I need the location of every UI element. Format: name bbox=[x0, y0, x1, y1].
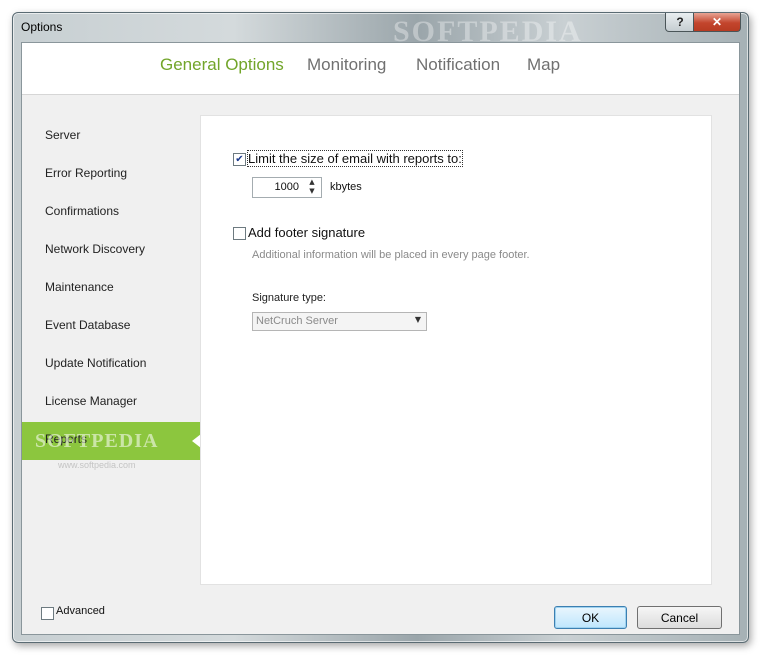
help-icon: ? bbox=[676, 15, 684, 29]
signature-type-label: Signature type: bbox=[252, 292, 326, 304]
sidebar-watermark: SOFTPEDIA bbox=[35, 430, 159, 452]
window-title: Options bbox=[21, 20, 63, 34]
footer-signature-checkbox[interactable] bbox=[233, 227, 246, 240]
sidebar-item-label: Event Database bbox=[45, 318, 131, 332]
footer-signature-label[interactable]: Add footer signature bbox=[248, 225, 365, 240]
help-button[interactable]: ? bbox=[665, 13, 695, 32]
advanced-checkbox[interactable] bbox=[41, 607, 54, 620]
tab-monitoring[interactable]: Monitoring bbox=[307, 55, 386, 75]
tab-map[interactable]: Map bbox=[527, 55, 560, 75]
title-bar[interactable]: Options SOFTPEDIA ? ✕ bbox=[13, 13, 748, 48]
sidebar-item-label: License Manager bbox=[45, 394, 138, 408]
close-icon: ✕ bbox=[711, 15, 723, 29]
options-window: Options SOFTPEDIA ? ✕ General Options Mo… bbox=[12, 12, 749, 643]
sidebar-item-license-manager[interactable]: License Manager bbox=[22, 384, 200, 422]
sidebar-item-label: Confirmations bbox=[45, 204, 120, 218]
ok-button-label: OK bbox=[581, 610, 600, 625]
sidebar-item-maintenance[interactable]: Maintenance bbox=[22, 270, 200, 308]
tab-header: General Options Monitoring Notification … bbox=[22, 43, 739, 95]
spin-arrows[interactable]: ▲ ▼ bbox=[306, 178, 318, 197]
size-spinbox[interactable]: 1000 ▲ ▼ bbox=[252, 177, 322, 198]
cancel-button[interactable]: Cancel bbox=[637, 606, 722, 629]
chevron-down-icon[interactable]: ▼ bbox=[415, 315, 421, 324]
sidebar-item-label: Network Discovery bbox=[45, 242, 146, 256]
footer-hint: Additional information will be placed in… bbox=[252, 249, 530, 261]
sidebar-item-server[interactable]: Server bbox=[22, 118, 200, 156]
tab-notification[interactable]: Notification bbox=[416, 55, 500, 75]
sidebar-item-label: Update Notification bbox=[45, 356, 147, 370]
signature-type-value: NetCruch Server bbox=[256, 315, 338, 327]
sidebar-item-update-notification[interactable]: Update Notification bbox=[22, 346, 200, 384]
limit-size-checkbox[interactable]: ✔ bbox=[233, 153, 246, 166]
advanced-label[interactable]: Advanced bbox=[56, 605, 105, 617]
spin-down-icon[interactable]: ▼ bbox=[306, 187, 318, 196]
sidebar-item-error-reporting[interactable]: Error Reporting bbox=[22, 156, 200, 194]
ok-button[interactable]: OK bbox=[554, 606, 627, 629]
dialog-client: General Options Monitoring Notification … bbox=[21, 42, 740, 635]
cancel-button-label: Cancel bbox=[660, 610, 699, 625]
check-mark-icon: ✔ bbox=[235, 153, 244, 165]
signature-type-select[interactable]: NetCruch Server ▼ bbox=[252, 312, 427, 331]
sidebar-item-label: Maintenance bbox=[45, 280, 114, 294]
tab-general-options[interactable]: General Options bbox=[160, 55, 284, 75]
close-button[interactable]: ✕ bbox=[693, 13, 741, 32]
sidebar-item-confirmations[interactable]: Confirmations bbox=[22, 194, 200, 232]
sidebar-item-label: Server bbox=[45, 128, 81, 142]
sidebar-watermark-url: www.softpedia.com bbox=[58, 460, 136, 470]
size-unit-label: kbytes bbox=[330, 181, 362, 193]
reports-panel: ✔ Limit the size of email with reports t… bbox=[200, 115, 712, 585]
limit-size-label[interactable]: Limit the size of email with reports to: bbox=[247, 150, 463, 167]
sidebar-item-network-discovery[interactable]: Network Discovery bbox=[22, 232, 200, 270]
sidebar-item-label: Error Reporting bbox=[45, 166, 128, 180]
spin-up-icon[interactable]: ▲ bbox=[306, 178, 318, 187]
size-value[interactable]: 1000 bbox=[275, 181, 299, 193]
sidebar-item-event-database[interactable]: Event Database bbox=[22, 308, 200, 346]
